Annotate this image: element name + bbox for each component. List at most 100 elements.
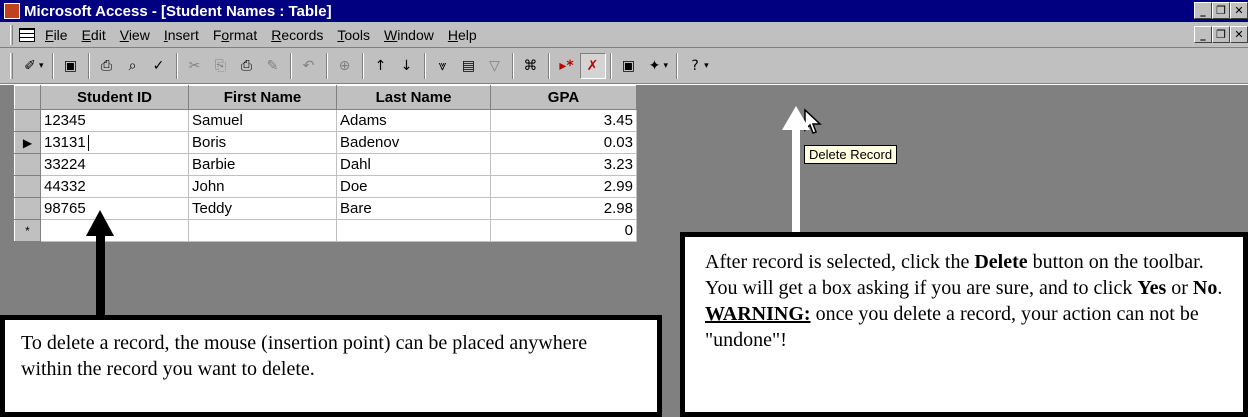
menu-grip[interactable] [10, 24, 13, 45]
record-selector[interactable] [14, 175, 41, 198]
cell-first-name[interactable]: Barbie [188, 153, 337, 176]
minimize-button[interactable]: _ [1194, 2, 1212, 19]
restore-button[interactable]: ❐ [1212, 2, 1230, 19]
cell-student-id[interactable]: 13131 [40, 131, 189, 154]
menu-help[interactable]: Help [448, 27, 477, 43]
cell-first-name[interactable]: John [188, 175, 337, 198]
undo-button[interactable]: ↶ [296, 53, 322, 79]
cell-last-name[interactable]: Doe [336, 175, 491, 198]
access-app-icon[interactable] [4, 3, 20, 19]
cell-gpa[interactable]: 2.99 [490, 175, 637, 198]
record-selector[interactable] [14, 197, 41, 220]
new-record-selector[interactable]: * [14, 219, 41, 242]
record-selector[interactable] [14, 153, 41, 176]
menu-window[interactable]: Window [384, 27, 434, 43]
menu-view[interactable]: View [120, 27, 150, 43]
table-row[interactable]: ▶ 13131 Boris Badenov 0.03 [14, 131, 637, 154]
table-document-icon[interactable] [19, 27, 35, 42]
menu-tools[interactable]: Tools [337, 27, 370, 43]
cell-value: 0.03 [603, 134, 633, 151]
toolbar-separator [361, 52, 364, 79]
table-row[interactable]: 33224 Barbie Dahl 3.23 [14, 153, 637, 176]
menu-file[interactable]: File [45, 27, 68, 43]
print-preview-button[interactable]: ⌕ [120, 53, 146, 79]
save-button[interactable]: ▣ [58, 53, 84, 79]
column-header-last-name[interactable]: Last Name [336, 85, 491, 110]
dropdown-arrow-icon[interactable]: ▾ [39, 60, 44, 71]
doc-close-button[interactable]: ✕ [1230, 26, 1248, 43]
doc-restore-button[interactable]: ❐ [1212, 26, 1230, 43]
cell-student-id[interactable]: 44332 [40, 175, 189, 198]
database-window-button[interactable]: ▣ [616, 53, 642, 79]
new-record-icon: ▸* [559, 57, 574, 74]
cell-student-id[interactable]: 98765 [40, 197, 189, 220]
cell-first-name[interactable] [188, 219, 337, 242]
dropdown-arrow-icon[interactable]: ▾ [664, 60, 669, 71]
cell-student-id[interactable] [40, 219, 189, 242]
apply-filter-button[interactable]: ▽ [482, 53, 508, 79]
hyperlink-button[interactable]: ⊕ [332, 53, 358, 79]
cell-last-name[interactable]: Bare [336, 197, 491, 220]
callout-warning: WARNING: [705, 303, 811, 325]
cell-last-name[interactable] [336, 219, 491, 242]
sort-ascending-icon: ↑ [374, 57, 387, 74]
print-icon: ⎙ [100, 57, 113, 74]
paste-button[interactable]: ⎙ [234, 53, 260, 79]
cell-student-id[interactable]: 33224 [40, 153, 189, 176]
record-selector[interactable] [14, 109, 41, 132]
dropdown-arrow-icon[interactable]: ▾ [704, 60, 709, 71]
doc-minimize-button[interactable]: _ [1194, 26, 1212, 43]
cell-last-name[interactable]: Badenov [336, 131, 491, 154]
copy-button[interactable]: ⎘ [208, 53, 234, 79]
column-header-first-name[interactable]: First Name [188, 85, 337, 110]
print-button[interactable]: ⎙ [94, 53, 120, 79]
menu-insert[interactable]: Insert [164, 27, 199, 43]
cell-gpa[interactable]: 3.45 [490, 109, 637, 132]
filter-by-selection-icon: ⩔ [438, 57, 447, 74]
close-button[interactable]: ✕ [1230, 2, 1248, 19]
cell-last-name[interactable]: Dahl [336, 153, 491, 176]
cell-gpa[interactable]: 2.98 [490, 197, 637, 220]
table-row[interactable]: 12345 Samuel Adams 3.45 [14, 109, 637, 132]
find-button[interactable]: ⌘ [518, 53, 544, 79]
column-header-gpa[interactable]: GPA [490, 85, 637, 110]
sort-descending-button[interactable]: ↓ [394, 53, 420, 79]
cell-value: Dahl [340, 156, 371, 173]
window-title: Microsoft Access - [Student Names : Tabl… [24, 2, 332, 20]
toolbar-grip[interactable] [10, 52, 13, 79]
cell-gpa[interactable]: 0 [490, 219, 637, 242]
format-painter-button[interactable]: ✎ [260, 53, 286, 79]
format-painter-icon: ✎ [266, 57, 279, 74]
cell-gpa[interactable]: 3.23 [490, 153, 637, 176]
cut-button[interactable]: ✂ [182, 53, 208, 79]
cell-student-id[interactable]: 12345 [40, 109, 189, 132]
cell-value: 13131 [44, 133, 86, 151]
table-row[interactable]: 44332 John Doe 2.99 [14, 175, 637, 198]
new-record-button[interactable]: ▸* [554, 53, 580, 79]
menu-records[interactable]: Records [271, 27, 323, 43]
menu-edit[interactable]: Edit [82, 27, 106, 43]
toolbar-separator [511, 52, 514, 79]
filter-by-selection-button[interactable]: ⩔ [430, 53, 456, 79]
sort-ascending-button[interactable]: ↑ [368, 53, 394, 79]
insertion-point-caret [87, 135, 89, 152]
cell-first-name[interactable]: Boris [188, 131, 337, 154]
callout-text-part3: or [1166, 277, 1193, 299]
cell-last-name[interactable]: Adams [336, 109, 491, 132]
spelling-button[interactable]: ✓ [146, 53, 172, 79]
database-window-icon: ▣ [621, 57, 636, 74]
filter-by-form-button[interactable]: ▤ [456, 53, 482, 79]
cell-first-name[interactable]: Samuel [188, 109, 337, 132]
title-bar: Microsoft Access - [Student Names : Tabl… [0, 0, 1248, 22]
delete-record-button[interactable]: ✗ [579, 52, 606, 79]
cell-gpa[interactable]: 0.03 [490, 131, 637, 154]
select-all-corner[interactable] [14, 85, 41, 110]
menu-format[interactable]: Format [213, 27, 257, 43]
apply-filter-icon: ▽ [489, 57, 500, 74]
menu-bar: File Edit View Insert Format Records Tools Wind… [0, 22, 1248, 48]
column-header-student-id[interactable]: Student ID [40, 85, 189, 110]
cell-value: 3.23 [603, 156, 633, 173]
record-selector[interactable]: ▶ [14, 131, 41, 154]
cell-first-name[interactable]: Teddy [188, 197, 337, 220]
toolbar-separator [609, 52, 612, 79]
